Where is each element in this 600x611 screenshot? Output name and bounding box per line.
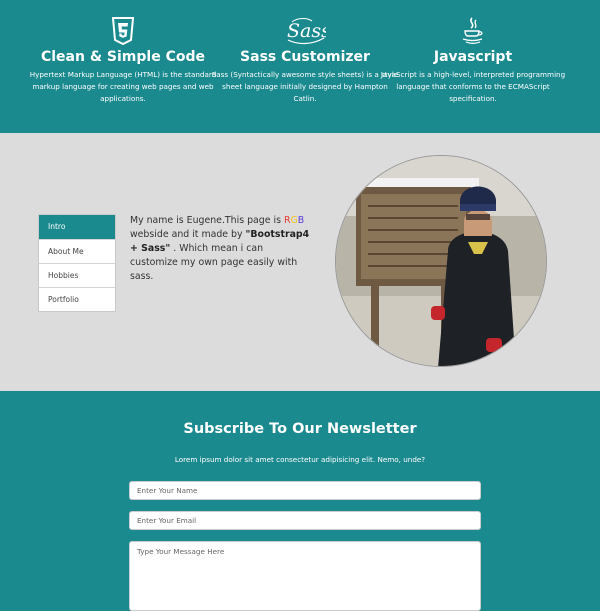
newsletter-title: Subscribe To Our Newsletter (183, 421, 417, 437)
tab-about-me[interactable]: About Me (39, 239, 115, 263)
profile-photo (335, 155, 547, 367)
rgb-label: RGB (284, 215, 304, 226)
feature-title: Sass Customizer (240, 49, 370, 65)
html5-icon (28, 14, 218, 48)
java-cup-icon (378, 14, 568, 48)
sass-logo-icon: Sass (210, 14, 400, 48)
intro-tab-list: Intro About Me Hobbies Portfolio (38, 214, 116, 312)
intro-paragraph: My name is Eugene.This page is RGB websi… (130, 214, 310, 284)
message-textarea[interactable] (129, 541, 481, 611)
feature-description: Sass (Syntactically awesome style sheets… (211, 70, 399, 103)
feature-description: JavaScript is a high-level, interpreted … (380, 70, 566, 103)
tab-hobbies[interactable]: Hobbies (39, 263, 115, 287)
svg-text:Sass: Sass (287, 20, 326, 42)
newsletter-section: Subscribe To Our Newsletter Lorem ipsum … (0, 391, 600, 611)
email-input[interactable] (129, 511, 481, 530)
name-input[interactable] (129, 481, 481, 500)
intro-text-part: webside and it made by (130, 229, 246, 240)
rgb-g: G (290, 215, 298, 226)
feature-title: Javascript (433, 49, 513, 65)
rgb-b: B (297, 215, 305, 226)
feature-title: Clean & Simple Code (40, 49, 205, 65)
features-section: Clean & Simple Code Hypertext Markup Lan… (0, 0, 600, 133)
feature-javascript: Javascript JavaScript is a high-level, i… (378, 14, 568, 105)
newsletter-subtitle: Lorem ipsum dolor sit amet consectetur a… (174, 455, 426, 464)
tab-intro[interactable]: Intro (39, 215, 115, 239)
feature-html: Clean & Simple Code Hypertext Markup Lan… (28, 14, 218, 105)
tab-portfolio[interactable]: Portfolio (39, 287, 115, 311)
feature-sass: Sass Sass Customizer Sass (Syntactically… (210, 14, 400, 105)
intro-text-part: My name is Eugene.This page is (130, 215, 284, 226)
intro-section: Intro About Me Hobbies Portfolio My name… (0, 133, 600, 391)
feature-description: Hypertext Markup Language (HTML) is the … (29, 70, 217, 103)
